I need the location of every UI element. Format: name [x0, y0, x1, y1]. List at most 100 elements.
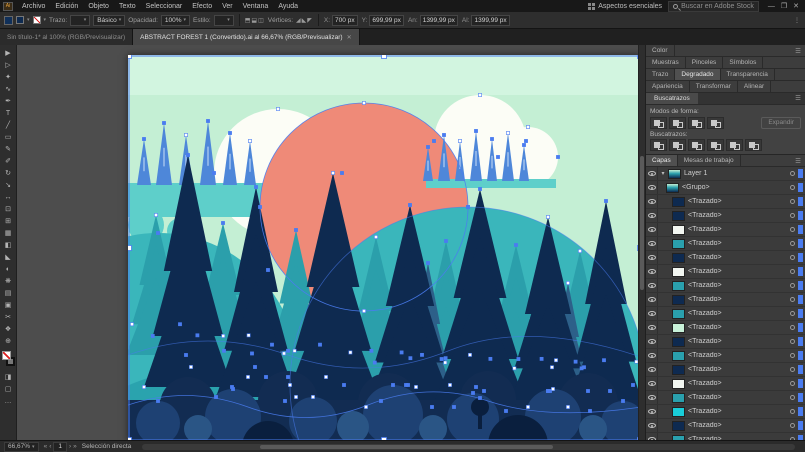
lasso-tool-icon[interactable]: ∿ [1, 83, 16, 95]
tab-color[interactable]: Color [646, 45, 675, 56]
visibility-toggle[interactable] [646, 209, 658, 222]
paintbrush-tool-icon[interactable]: ✎ [1, 143, 16, 155]
line-segment-tool-icon[interactable]: ╱ [1, 119, 16, 131]
visibility-toggle[interactable] [646, 265, 658, 278]
visibility-toggle[interactable] [646, 321, 658, 334]
target-circle-icon[interactable] [790, 381, 795, 386]
layer-label[interactable]: <Trazado> [685, 324, 790, 331]
layer-row[interactable]: <Trazado> [646, 377, 805, 391]
document-tab-1[interactable]: Sin título-1* al 100% (RGB/Previsualizar… [0, 29, 133, 45]
target-circle-icon[interactable] [790, 353, 795, 358]
transform-field-value[interactable]: 700 px [332, 15, 358, 26]
target-circle-icon[interactable] [790, 241, 795, 246]
visibility-toggle[interactable] [646, 237, 658, 250]
target-circle-icon[interactable] [790, 367, 795, 372]
shape-mode-unite-button[interactable] [650, 117, 667, 129]
layer-row[interactable]: <Trazado> [646, 335, 805, 349]
layer-row[interactable]: <Trazado> [646, 349, 805, 363]
transform-field-value[interactable]: 1399,99 px [471, 15, 509, 26]
tab-símbolos[interactable]: Símbolos [723, 57, 763, 68]
visibility-toggle[interactable] [646, 349, 658, 362]
close-button[interactable]: ✕ [790, 3, 802, 10]
layer-row[interactable]: <Trazado> [646, 279, 805, 293]
pathfinder-trim-button[interactable] [669, 139, 686, 151]
visibility-toggle[interactable] [646, 419, 658, 432]
visibility-toggle[interactable] [646, 195, 658, 208]
artwork-canvas[interactable] [128, 55, 641, 440]
graph-tool-icon[interactable]: ▤ [1, 287, 16, 299]
layer-label[interactable]: <Trazado> [685, 254, 790, 261]
pen-tool-icon[interactable]: ✒ [1, 95, 16, 107]
menu-seleccionar[interactable]: Seleccionar [141, 3, 188, 10]
hand-tool-icon[interactable]: ❖ [1, 323, 16, 335]
layer-label[interactable]: <Trazado> [685, 408, 790, 415]
canvas-area[interactable] [17, 45, 645, 440]
brush-definition-field[interactable]: Básico▾ [93, 15, 125, 26]
tab-buscatrazos[interactable]: Buscatrazos [646, 93, 698, 104]
target-circle-icon[interactable] [790, 297, 795, 302]
panel-menu-icon[interactable]: ☰ [791, 93, 805, 104]
first-artboard-button[interactable]: « [44, 443, 48, 450]
tab-transformar[interactable]: Transformar [690, 81, 738, 92]
rectangle-tool-icon[interactable]: ▭ [1, 131, 16, 143]
panel-menu-icon[interactable]: ☰ [791, 45, 805, 56]
eyedropper-tool-icon[interactable]: ◣ [1, 251, 16, 263]
more-options-icon[interactable]: ⋮ [794, 17, 801, 24]
target-circle-icon[interactable] [790, 395, 795, 400]
stroke-width-field[interactable]: ▾ [70, 15, 90, 26]
zoom-tool-icon[interactable]: ⊕ [1, 335, 16, 347]
vertical-scrollbar[interactable] [638, 45, 645, 440]
last-artboard-button[interactable]: » [73, 443, 77, 450]
visibility-toggle[interactable] [646, 251, 658, 264]
horizontal-scrollbar-thumb[interactable] [260, 445, 554, 449]
layer-label[interactable]: <Trazado> [685, 212, 790, 219]
target-circle-icon[interactable] [790, 423, 795, 428]
visibility-toggle[interactable] [646, 293, 658, 306]
pathfinder-merge-button[interactable] [688, 139, 705, 151]
transform-field-value[interactable]: 1399,99 px [420, 15, 458, 26]
target-circle-icon[interactable] [790, 199, 795, 204]
shape-builder-tool-icon[interactable]: ⊞ [1, 215, 16, 227]
shape-mode-exclude-button[interactable] [707, 117, 724, 129]
expand-caret-icon[interactable]: ▾ [658, 170, 668, 177]
close-tab-icon[interactable]: ✕ [347, 34, 352, 41]
horizontal-scrollbar[interactable] [142, 444, 795, 450]
previous-artboard-button[interactable]: ‹ [49, 443, 51, 450]
layer-row[interactable]: <Trazado> [646, 363, 805, 377]
layer-row[interactable]: <Trazado> [646, 251, 805, 265]
layer-label[interactable]: <Trazado> [685, 268, 790, 275]
tab-muestras[interactable]: Muestras [646, 57, 686, 68]
mesh-tool-icon[interactable]: ▦ [1, 227, 16, 239]
menu-ver[interactable]: Ver [217, 3, 238, 10]
width-tool-icon[interactable]: ↔ [1, 191, 16, 203]
opacity-field[interactable]: 100%▾ [161, 15, 190, 26]
symbol-sprayer-tool-icon[interactable]: ❋ [1, 275, 16, 287]
tab-capas[interactable]: Capas [646, 155, 678, 167]
draw-mode-button[interactable]: ◨ [1, 371, 16, 383]
layer-row[interactable]: <Trazado> [646, 321, 805, 335]
target-circle-icon[interactable] [790, 311, 795, 316]
menu-objeto[interactable]: Objeto [83, 3, 114, 10]
edit-toolbar-button[interactable]: … [1, 395, 16, 407]
vertical-scrollbar-thumb[interactable] [640, 156, 644, 290]
visibility-toggle[interactable] [646, 167, 658, 180]
layer-label[interactable]: Layer 1 [681, 170, 790, 177]
visibility-toggle[interactable] [646, 335, 658, 348]
pencil-tool-icon[interactable]: ✐ [1, 155, 16, 167]
zoom-level[interactable]: 66,67%▾ [4, 442, 39, 452]
scale-tool-icon[interactable]: ↘ [1, 179, 16, 191]
layer-row[interactable]: <Trazado> [646, 419, 805, 433]
target-circle-icon[interactable] [790, 185, 795, 190]
magic-wand-tool-icon[interactable]: ✦ [1, 71, 16, 83]
target-circle-icon[interactable] [790, 171, 795, 176]
visibility-toggle[interactable] [646, 279, 658, 292]
artboard[interactable] [128, 55, 641, 440]
layer-label[interactable]: <Trazado> [685, 310, 790, 317]
layer-row[interactable]: <Trazado> [646, 293, 805, 307]
tab-pinceles[interactable]: Pinceles [686, 57, 724, 68]
pathfinder-divide-button[interactable] [650, 139, 667, 151]
layer-label[interactable]: <Trazado> [685, 422, 790, 429]
gradient-tool-icon[interactable]: ◧ [1, 239, 16, 251]
menu-ventana[interactable]: Ventana [238, 3, 274, 10]
shape-mode-intersect-button[interactable] [688, 117, 705, 129]
